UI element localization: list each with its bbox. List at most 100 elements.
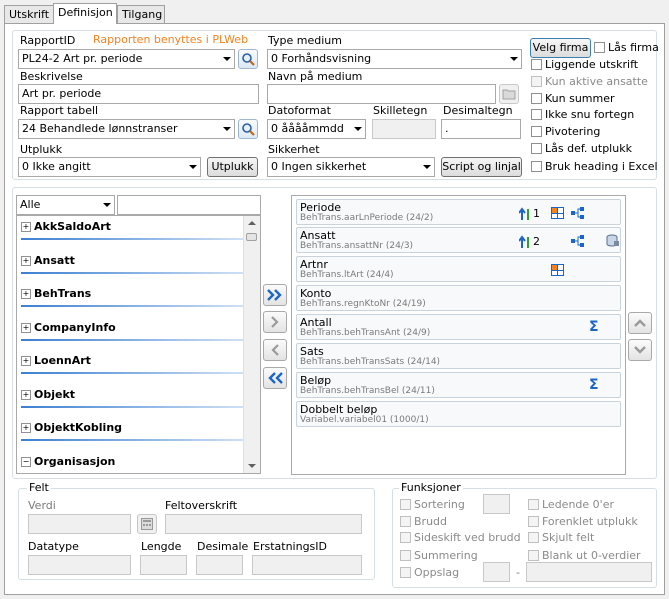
sortering-order-input[interactable] — [483, 494, 510, 514]
utplukk-select[interactable]: 0 Ikke angitt — [18, 157, 201, 177]
tree-scrollbar[interactable] — [243, 216, 260, 473]
oppslag-input[interactable] — [483, 562, 510, 582]
remove-all-button[interactable] — [263, 367, 287, 389]
tree-item-ansatt[interactable]: + Ansatt — [21, 254, 243, 274]
desimale-input[interactable] — [196, 555, 243, 575]
utplukk-value: 0 Ikke angitt — [22, 160, 91, 173]
pivotering-checkbox[interactable]: Pivotering — [531, 125, 600, 138]
database-icon — [606, 234, 619, 247]
navn-medium-input[interactable] — [267, 84, 496, 104]
forenklet-utplukk-checkbox[interactable]: Forenklet utplukk — [528, 515, 638, 528]
field-item-antall[interactable]: Antall BehTrans.behTransAnt (24/9) Σ — [296, 314, 621, 340]
add-button[interactable] — [263, 311, 287, 333]
rapportid-select[interactable]: PL24-2 Art pr. periode — [18, 49, 235, 69]
move-up-button[interactable] — [628, 312, 652, 334]
expand-icon[interactable]: + — [21, 356, 31, 366]
filter-search-input[interactable] — [117, 195, 261, 215]
feltoverskrift-input[interactable] — [165, 514, 362, 534]
expand-icon[interactable]: + — [21, 256, 31, 266]
tree-item-objektkobling[interactable]: + ObjektKobling — [21, 421, 243, 441]
selected-fields-list[interactable]: Periode BehTrans.aarLnPeriode (24/2) 1 A… — [291, 195, 626, 475]
expand-icon[interactable]: + — [21, 323, 31, 333]
bruk-heading-excel-checkbox[interactable]: Bruk heading i Excel — [531, 160, 658, 173]
add-all-button[interactable] — [263, 284, 287, 306]
scroll-thumb[interactable] — [246, 233, 257, 241]
double-arrow-left-icon — [268, 372, 283, 384]
expand-icon[interactable]: + — [21, 390, 31, 400]
expand-icon[interactable]: + — [21, 423, 31, 433]
velg-firma-button[interactable]: Velg firma — [530, 38, 591, 58]
field-source: BehTrans.ansattNr (24/3) — [300, 241, 414, 251]
field-item-periode[interactable]: Periode BehTrans.aarLnPeriode (24/2) 1 — [296, 199, 621, 225]
scroll-down-arrow[interactable] — [248, 464, 256, 468]
type-medium-label: Type medium — [268, 34, 342, 47]
tree-item-akksaldoart[interactable]: + AkkSaldoArt — [21, 220, 243, 240]
field-source: BehTrans.ltArt (24/4) — [300, 270, 394, 280]
search-tabell-button[interactable] — [238, 119, 258, 139]
ikke-snu-fortegn-checkbox[interactable]: Ikke snu fortegn — [531, 108, 634, 121]
sum-icon: Σ — [589, 319, 599, 335]
tab-definisjon[interactable]: Definisjon — [53, 3, 117, 24]
field-item-belop[interactable]: Beløp BehTrans.behTransBel (24/11) Σ — [296, 372, 621, 398]
rapport-tabell-select[interactable]: 24 Behandlede lønnstranser — [18, 119, 235, 139]
summering-checkbox[interactable]: Summering — [400, 549, 478, 562]
search-rapport-button[interactable] — [238, 49, 258, 69]
tree-item-objekt[interactable]: + Objekt — [21, 388, 243, 408]
remove-button[interactable] — [263, 339, 287, 361]
expand-icon[interactable]: + — [21, 222, 31, 232]
tree-item-organisasjon[interactable]: − Organisasjon — [21, 455, 243, 473]
verdi-input[interactable] — [28, 514, 131, 534]
field-item-konto[interactable]: Konto BehTrans.regnKtoNr (24/19) — [296, 285, 621, 311]
tree-item-behtrans[interactable]: + BehTrans — [21, 287, 243, 307]
sortering-checkbox[interactable]: Sortering — [400, 498, 465, 511]
collapse-icon[interactable]: − — [21, 457, 31, 467]
type-medium-select[interactable]: 0 Forhåndsvisning — [267, 49, 522, 69]
oppslag-target-input[interactable] — [526, 562, 652, 582]
field-item-ansatt[interactable]: Ansatt BehTrans.ansattNr (24/3) 2 — [296, 227, 621, 253]
brudd-checkbox[interactable]: Brudd — [400, 515, 447, 528]
kun-summer-checkbox[interactable]: Kun summer — [531, 92, 615, 105]
field-source: BehTrans.aarLnPeriode (24/2) — [300, 213, 434, 223]
feltoverskrift-label: Feltoverskrift — [165, 499, 238, 512]
utplukk-button[interactable]: Utplukk — [207, 157, 258, 177]
datoformat-select[interactable]: 0 ååååmmdd — [267, 119, 366, 139]
arrow-right-icon — [271, 316, 279, 328]
rapportid-label: RapportID — [20, 34, 76, 47]
move-down-button[interactable] — [628, 339, 652, 361]
expand-icon[interactable]: + — [21, 289, 31, 299]
hierarchy-icon — [571, 235, 584, 247]
filter-select[interactable]: Alle — [16, 195, 115, 215]
erstatningsid-input[interactable] — [252, 555, 362, 575]
skjult-felt-checkbox[interactable]: Skjult felt — [528, 531, 594, 544]
skilletegn-input[interactable] — [372, 119, 436, 139]
sum-icon: Σ — [589, 377, 599, 393]
datatype-input[interactable] — [28, 555, 131, 575]
field-item-sats[interactable]: Sats BehTrans.behTransSats (24/14) — [296, 343, 621, 369]
las-def-utplukk-checkbox[interactable]: Lås def. utplukk — [531, 142, 632, 155]
tab-utskrift[interactable]: Utskrift — [4, 5, 54, 23]
browse-folder-button[interactable] — [499, 84, 519, 104]
field-source: BehTrans.behTransAnt (24/9) — [300, 328, 431, 338]
field-item-dobbelt-belop[interactable]: Dobbelt beløp Variabel.variabel01 (1000/… — [296, 401, 621, 427]
las-firma-checkbox[interactable]: Lås firma — [594, 41, 659, 54]
lengde-input[interactable] — [140, 555, 187, 575]
kun-aktive-ansatte-checkbox[interactable]: Kun aktive ansatte — [531, 75, 648, 88]
tree-item-companyinfo[interactable]: + CompanyInfo — [21, 321, 243, 341]
beskrivelse-input[interactable]: Art pr. periode — [18, 84, 259, 104]
field-item-artnr[interactable]: Artnr BehTrans.ltArt (24/4) — [296, 256, 621, 282]
calculator-button[interactable] — [137, 514, 157, 534]
oppslag-checkbox[interactable]: Oppslag — [400, 566, 459, 579]
tree-item-loennart[interactable]: + LoennArt — [21, 354, 243, 374]
table-tree-list[interactable]: + AkkSaldoArt + Ansatt + BehTrans + CompanyI… — [16, 215, 261, 474]
tab-tilgang[interactable]: Tilgang — [117, 5, 165, 23]
sikkerhet-select[interactable]: 0 Ingen sikkerhet — [267, 157, 435, 177]
script-og-linjal-button[interactable]: Script og linjal — [441, 157, 522, 177]
felt-legend: Felt — [27, 481, 51, 494]
scroll-up-arrow[interactable] — [248, 221, 256, 225]
blank-ut-checkbox[interactable]: Blank ut 0-verdier — [528, 549, 641, 562]
sideskift-checkbox[interactable]: Sideskift ved brudd — [400, 531, 521, 544]
ledende-nuller-checkbox[interactable]: Ledende 0'er — [528, 498, 614, 511]
liggende-utskrift-checkbox[interactable]: Liggende utskrift — [531, 58, 638, 71]
sort-order: 1 — [533, 207, 540, 220]
desimaltegn-input[interactable]: . — [441, 119, 521, 139]
